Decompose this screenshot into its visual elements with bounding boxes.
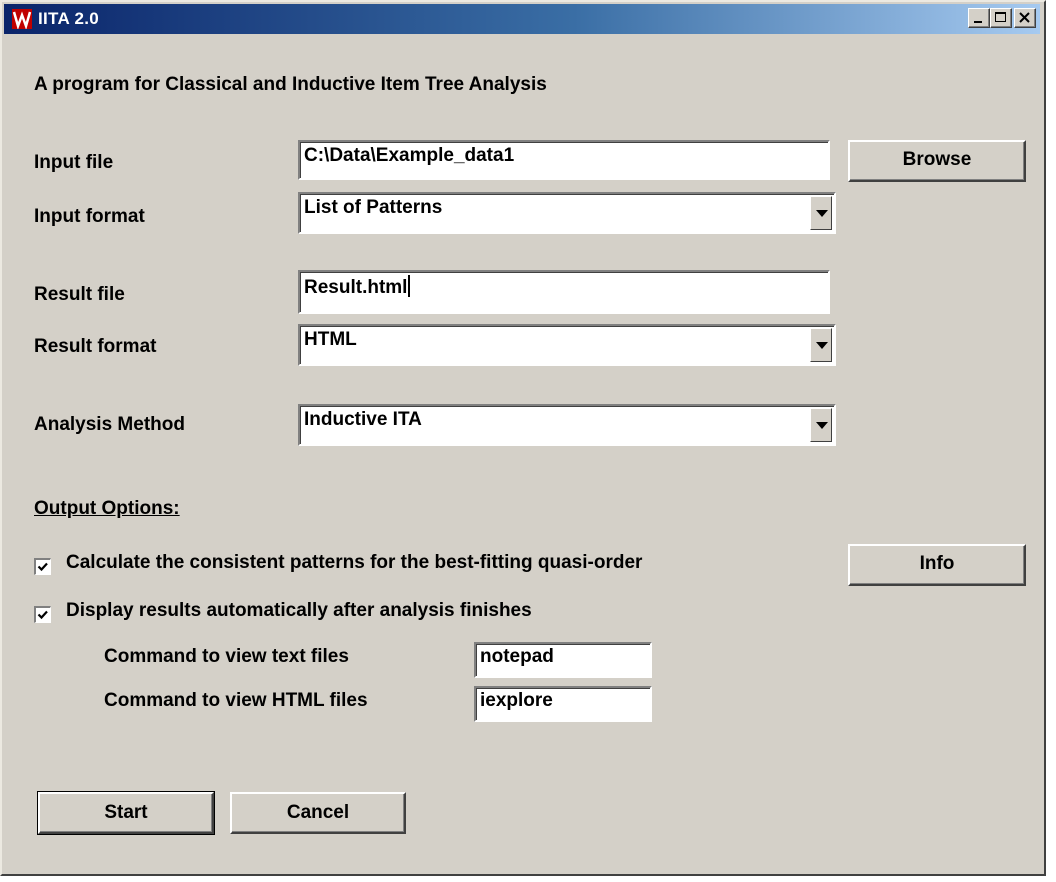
dropdown-arrow-icon xyxy=(816,342,828,349)
calc-patterns-label[interactable]: Calculate the consistent patterns for th… xyxy=(66,552,642,574)
output-options-heading: Output Options: xyxy=(34,498,180,519)
html-command-field[interactable]: iexplore xyxy=(474,686,652,722)
analysis-method-value: Inductive ITA xyxy=(304,409,422,430)
analysis-method-select[interactable]: Inductive ITA xyxy=(298,404,836,446)
input-format-value: List of Patterns xyxy=(304,197,443,218)
input-file-field[interactable]: C:\Data\Example_data1 xyxy=(298,140,830,180)
result-format-select[interactable]: HTML xyxy=(298,324,836,366)
start-button[interactable]: Start xyxy=(37,791,215,835)
input-format-dropdown-button[interactable] xyxy=(810,196,832,230)
checkmark-icon xyxy=(37,562,48,572)
browse-button[interactable]: Browse xyxy=(848,140,1026,182)
main-window: IITA 2.0 A program for Classical and Ind… xyxy=(0,0,1046,876)
html-command-label: Command to view HTML files xyxy=(104,690,368,711)
result-format-dropdown-button[interactable] xyxy=(810,328,832,362)
calc-patterns-checkbox[interactable] xyxy=(34,558,51,575)
result-file-value: Result.html xyxy=(304,277,408,298)
close-icon xyxy=(1019,12,1030,23)
result-format-value: HTML xyxy=(304,329,357,350)
text-command-field[interactable]: notepad xyxy=(474,642,652,678)
input-format-select[interactable]: List of Patterns xyxy=(298,192,836,234)
display-results-label[interactable]: Display results automatically after anal… xyxy=(66,600,532,622)
app-icon xyxy=(12,9,32,31)
input-file-label: Input file xyxy=(34,152,114,173)
subtitle: A program for Classical and Inductive It… xyxy=(34,74,547,95)
window-title: IITA 2.0 xyxy=(38,9,99,28)
text-cursor xyxy=(408,275,411,297)
dropdown-arrow-icon xyxy=(816,422,828,429)
close-button[interactable] xyxy=(1014,8,1036,28)
result-file-field[interactable]: Result.html xyxy=(298,270,830,314)
analysis-method-dropdown-button[interactable] xyxy=(810,408,832,442)
result-file-label: Result file xyxy=(34,284,125,305)
cancel-button[interactable]: Cancel xyxy=(230,792,406,834)
input-format-label: Input format xyxy=(34,206,145,227)
maximize-button[interactable] xyxy=(990,8,1012,28)
minimize-icon xyxy=(974,21,982,23)
text-command-label: Command to view text files xyxy=(104,646,349,667)
result-format-label: Result format xyxy=(34,336,157,357)
display-results-checkbox[interactable] xyxy=(34,606,51,623)
dropdown-arrow-icon xyxy=(816,210,828,217)
maximize-icon xyxy=(995,12,1006,22)
info-button[interactable]: Info xyxy=(848,544,1026,586)
title-bar[interactable]: IITA 2.0 xyxy=(4,4,1040,34)
checkmark-icon xyxy=(37,610,48,620)
analysis-method-label: Analysis Method xyxy=(34,414,185,435)
minimize-button[interactable] xyxy=(968,8,990,28)
